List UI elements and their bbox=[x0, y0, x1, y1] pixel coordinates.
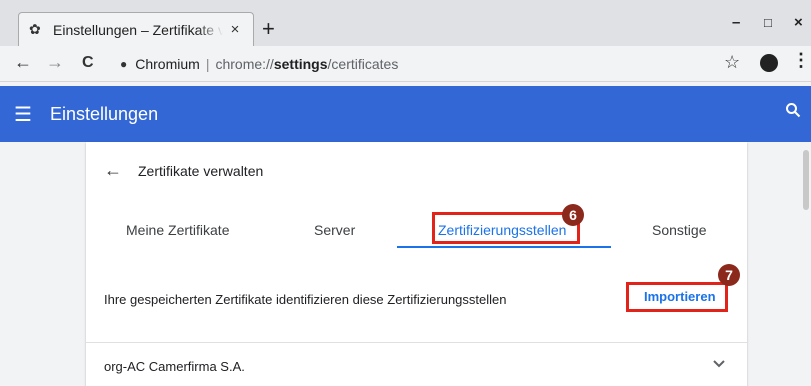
info-text: Ihre gespeicherten Zertifikate identifiz… bbox=[104, 292, 507, 307]
step-badge-7: 7 bbox=[718, 264, 740, 286]
new-tab-button[interactable]: + bbox=[262, 16, 275, 42]
minimize-button[interactable]: – bbox=[732, 14, 740, 31]
list-item[interactable]: org-AC Camerfirma S.A. bbox=[86, 343, 747, 386]
profile-avatar-icon[interactable] bbox=[760, 54, 778, 72]
url-separator: | bbox=[205, 56, 210, 72]
tab-strip: ✿ Einstellungen – Zertifikate verwalten … bbox=[0, 0, 811, 46]
tab-title: Einstellungen – Zertifikate verwalten bbox=[53, 21, 223, 38]
address-bar[interactable]: ● Chromium | chrome:// settings /certifi… bbox=[120, 52, 760, 76]
forward-button[interactable]: → bbox=[46, 52, 64, 73]
certificates-card: ← Zertifikate verwalten Meine Zertifikat… bbox=[86, 142, 747, 386]
site-name: Chromium bbox=[135, 56, 200, 72]
back-arrow-icon[interactable]: ← bbox=[104, 160, 122, 181]
card-header: ← Zertifikate verwalten bbox=[104, 160, 263, 181]
url-path: /certificates bbox=[327, 56, 399, 72]
browser-toolbar: ← → C ● Chromium | chrome:// settings /c… bbox=[0, 46, 811, 82]
chevron-down-icon[interactable] bbox=[713, 355, 725, 371]
bookmark-star-icon[interactable]: ☆ bbox=[724, 52, 740, 73]
header-title: Einstellungen bbox=[50, 103, 159, 124]
tab-close-icon[interactable]: × bbox=[227, 21, 243, 38]
gear-icon: ✿ bbox=[29, 21, 41, 37]
highlight-box-import bbox=[626, 282, 728, 312]
certificate-name: org-AC Camerfirma S.A. bbox=[104, 359, 245, 374]
page-title: Zertifikate verwalten bbox=[138, 162, 264, 179]
certificate-tabs: Meine Zertifikate Server Zertifizierungs… bbox=[86, 214, 747, 250]
tab-meine-zertifikate[interactable]: Meine Zertifikate bbox=[126, 222, 229, 238]
step-badge-6: 6 bbox=[562, 204, 584, 226]
back-button[interactable]: ← bbox=[14, 52, 32, 73]
menu-dots-icon[interactable]: ⋮ bbox=[792, 50, 810, 71]
tab-sonstige[interactable]: Sonstige bbox=[652, 222, 706, 238]
maximize-button[interactable]: □ bbox=[764, 15, 772, 30]
hamburger-menu-icon[interactable]: ☰ bbox=[14, 102, 44, 127]
active-tab-indicator bbox=[397, 246, 611, 248]
search-icon[interactable] bbox=[785, 102, 801, 123]
settings-header: ☰ Einstellungen bbox=[0, 86, 811, 142]
highlight-box-tab bbox=[432, 212, 580, 244]
browser-tab[interactable]: ✿ Einstellungen – Zertifikate verwalten … bbox=[18, 12, 254, 46]
chromium-icon: ● bbox=[120, 57, 128, 71]
reload-button[interactable]: C bbox=[82, 54, 94, 72]
close-window-button[interactable]: × bbox=[794, 14, 803, 31]
scrollbar[interactable] bbox=[803, 150, 809, 210]
url-host: settings bbox=[273, 56, 328, 72]
tab-server[interactable]: Server bbox=[314, 222, 355, 238]
url-prefix: chrome:// bbox=[215, 56, 274, 72]
